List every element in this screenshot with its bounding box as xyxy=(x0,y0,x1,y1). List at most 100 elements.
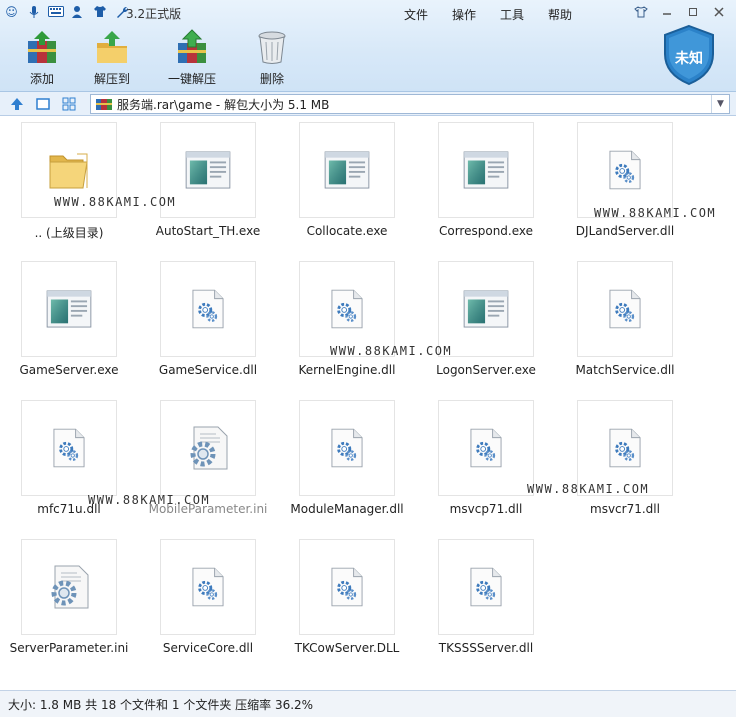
status-text: 大小: 1.8 MB 共 18 个文件和 1 个文件夹 压缩率 36.2% xyxy=(8,697,314,712)
menu-bar: 文件 操作 工具 帮助 xyxy=(392,4,584,25)
watermark-text: WWW.88KAMI.COM xyxy=(527,482,650,496)
dll-file-icon xyxy=(438,400,534,496)
add-archive-icon xyxy=(23,28,61,66)
extract-to-button[interactable]: 解压到 xyxy=(84,28,140,87)
file-item[interactable]: AutoStart_TH.exe xyxy=(147,122,277,252)
trash-icon xyxy=(253,28,291,66)
file-name: TKSSSServer.dll xyxy=(438,641,534,655)
file-item[interactable]: mfc71u.dll xyxy=(8,400,138,530)
file-name: TKCowServer.DLL xyxy=(294,641,400,655)
file-item[interactable]: ServiceCore.dll xyxy=(147,539,277,669)
ini-file-icon xyxy=(21,539,117,635)
archive-icon xyxy=(96,99,112,110)
exe-file-icon xyxy=(438,261,534,357)
file-item[interactable]: Correspond.exe xyxy=(425,122,555,252)
user-icon[interactable] xyxy=(68,2,87,21)
exe-file-icon xyxy=(438,122,534,218)
watermark-text: WWW.88KAMI.COM xyxy=(54,195,177,209)
quick-icons: ☺ xyxy=(2,2,131,21)
file-grid: .. (上级目录) AutoStart_TH.exe Collocate.exe… xyxy=(0,117,736,690)
dll-file-icon xyxy=(577,122,673,218)
window-controls xyxy=(630,3,730,20)
menu-tools[interactable]: 工具 xyxy=(488,4,536,25)
exe-file-icon xyxy=(299,122,395,218)
file-name: msvcr71.dll xyxy=(590,502,660,516)
one-click-extract-icon xyxy=(173,28,211,66)
file-name: DJLandServer.dll xyxy=(575,224,675,238)
ini-file-icon xyxy=(160,400,256,496)
file-name: MatchService.dll xyxy=(575,363,675,377)
file-item[interactable]: TKSSSServer.dll xyxy=(425,539,555,669)
file-name: ModuleManager.dll xyxy=(290,502,404,516)
dll-file-icon xyxy=(438,539,534,635)
skin-icon[interactable] xyxy=(630,3,652,20)
minimize-icon[interactable] xyxy=(656,3,678,20)
delete-label: 删除 xyxy=(259,72,284,86)
address-row: 服务端.rar\game - 解包大小为 5.1 MB ▼ xyxy=(0,92,736,116)
keyboard-icon[interactable] xyxy=(46,2,65,21)
file-item[interactable]: LogonServer.exe xyxy=(425,261,555,391)
app-title: 3.2正式版 xyxy=(126,7,182,21)
file-name: AutoStart_TH.exe xyxy=(155,224,261,238)
file-item[interactable]: msvcr71.dll xyxy=(564,400,694,530)
extract-folder-icon xyxy=(93,28,131,66)
close-icon[interactable] xyxy=(708,3,730,20)
file-name: Collocate.exe xyxy=(306,224,388,238)
shirt-icon[interactable] xyxy=(90,2,109,21)
file-item[interactable]: ModuleManager.dll xyxy=(286,400,416,530)
file-name: Correspond.exe xyxy=(438,224,534,238)
file-item[interactable]: .. (上级目录) xyxy=(8,122,138,252)
file-item[interactable]: Collocate.exe xyxy=(286,122,416,252)
file-item[interactable]: GameService.dll xyxy=(147,261,277,391)
file-name: msvcp71.dll xyxy=(449,502,523,516)
menu-help[interactable]: 帮助 xyxy=(536,4,584,25)
chevron-down-icon: ▼ xyxy=(717,99,724,109)
file-name: .. (上级目录) xyxy=(34,226,104,240)
file-name: ServerParameter.ini xyxy=(9,641,129,655)
menu-file[interactable]: 文件 xyxy=(392,4,440,25)
watermark-text: WWW.88KAMI.COM xyxy=(330,344,453,358)
dll-file-icon xyxy=(577,261,673,357)
file-item[interactable]: GameServer.exe xyxy=(8,261,138,391)
file-item[interactable]: DJLandServer.dll xyxy=(564,122,694,252)
file-item[interactable]: ServerParameter.ini xyxy=(8,539,138,669)
one-click-extract-button[interactable]: 一键解压 xyxy=(154,28,230,87)
smiley-icon[interactable]: ☺ xyxy=(2,2,21,21)
dll-file-icon xyxy=(160,261,256,357)
menu-operation[interactable]: 操作 xyxy=(440,4,488,25)
large-icon-view-icon[interactable] xyxy=(34,95,52,113)
file-name: LogonServer.exe xyxy=(436,363,536,377)
microphone-icon[interactable] xyxy=(24,2,43,21)
title-toolbar-area: ☺ 3.2正式版 文件 操作 工具 帮助 添加 解压到 一键解压 删除 未知 xyxy=(0,0,736,92)
file-item[interactable]: msvcp71.dll xyxy=(425,400,555,530)
file-name: GameServer.exe xyxy=(19,363,119,377)
file-name: ServiceCore.dll xyxy=(162,641,254,655)
add-button[interactable]: 添加 xyxy=(14,28,70,87)
dll-file-icon xyxy=(21,400,117,496)
dll-file-icon xyxy=(160,539,256,635)
status-bar: 大小: 1.8 MB 共 18 个文件和 1 个文件夹 压缩率 36.2% xyxy=(0,690,736,717)
file-name: KernelEngine.dll xyxy=(298,363,396,377)
watermark-text: WWW.88KAMI.COM xyxy=(88,493,211,507)
file-name: GameService.dll xyxy=(158,363,258,377)
add-label: 添加 xyxy=(29,72,54,86)
badge-text: 未知 xyxy=(675,51,703,67)
extract-to-label: 解压到 xyxy=(93,72,130,86)
address-dropdown-button[interactable]: ▼ xyxy=(711,95,729,113)
security-badge[interactable]: 未知 xyxy=(662,24,716,86)
file-item[interactable]: MobileParameter.ini xyxy=(147,400,277,530)
restore-icon[interactable] xyxy=(682,3,704,20)
dll-file-icon xyxy=(299,261,395,357)
dll-file-icon xyxy=(299,400,395,496)
file-item[interactable]: TKCowServer.DLL xyxy=(286,539,416,669)
delete-button[interactable]: 删除 xyxy=(244,28,300,87)
grid-view-icon[interactable] xyxy=(60,95,78,113)
toolbar: 添加 解压到 一键解压 删除 xyxy=(14,28,300,87)
dll-file-icon xyxy=(299,539,395,635)
watermark-text: WWW.88KAMI.COM xyxy=(594,206,717,220)
address-bar[interactable]: 服务端.rar\game - 解包大小为 5.1 MB ▼ xyxy=(90,94,730,114)
file-item[interactable]: KernelEngine.dll xyxy=(286,261,416,391)
file-item[interactable]: MatchService.dll xyxy=(564,261,694,391)
one-click-extract-label: 一键解压 xyxy=(167,72,216,86)
up-arrow-icon[interactable] xyxy=(8,95,26,113)
